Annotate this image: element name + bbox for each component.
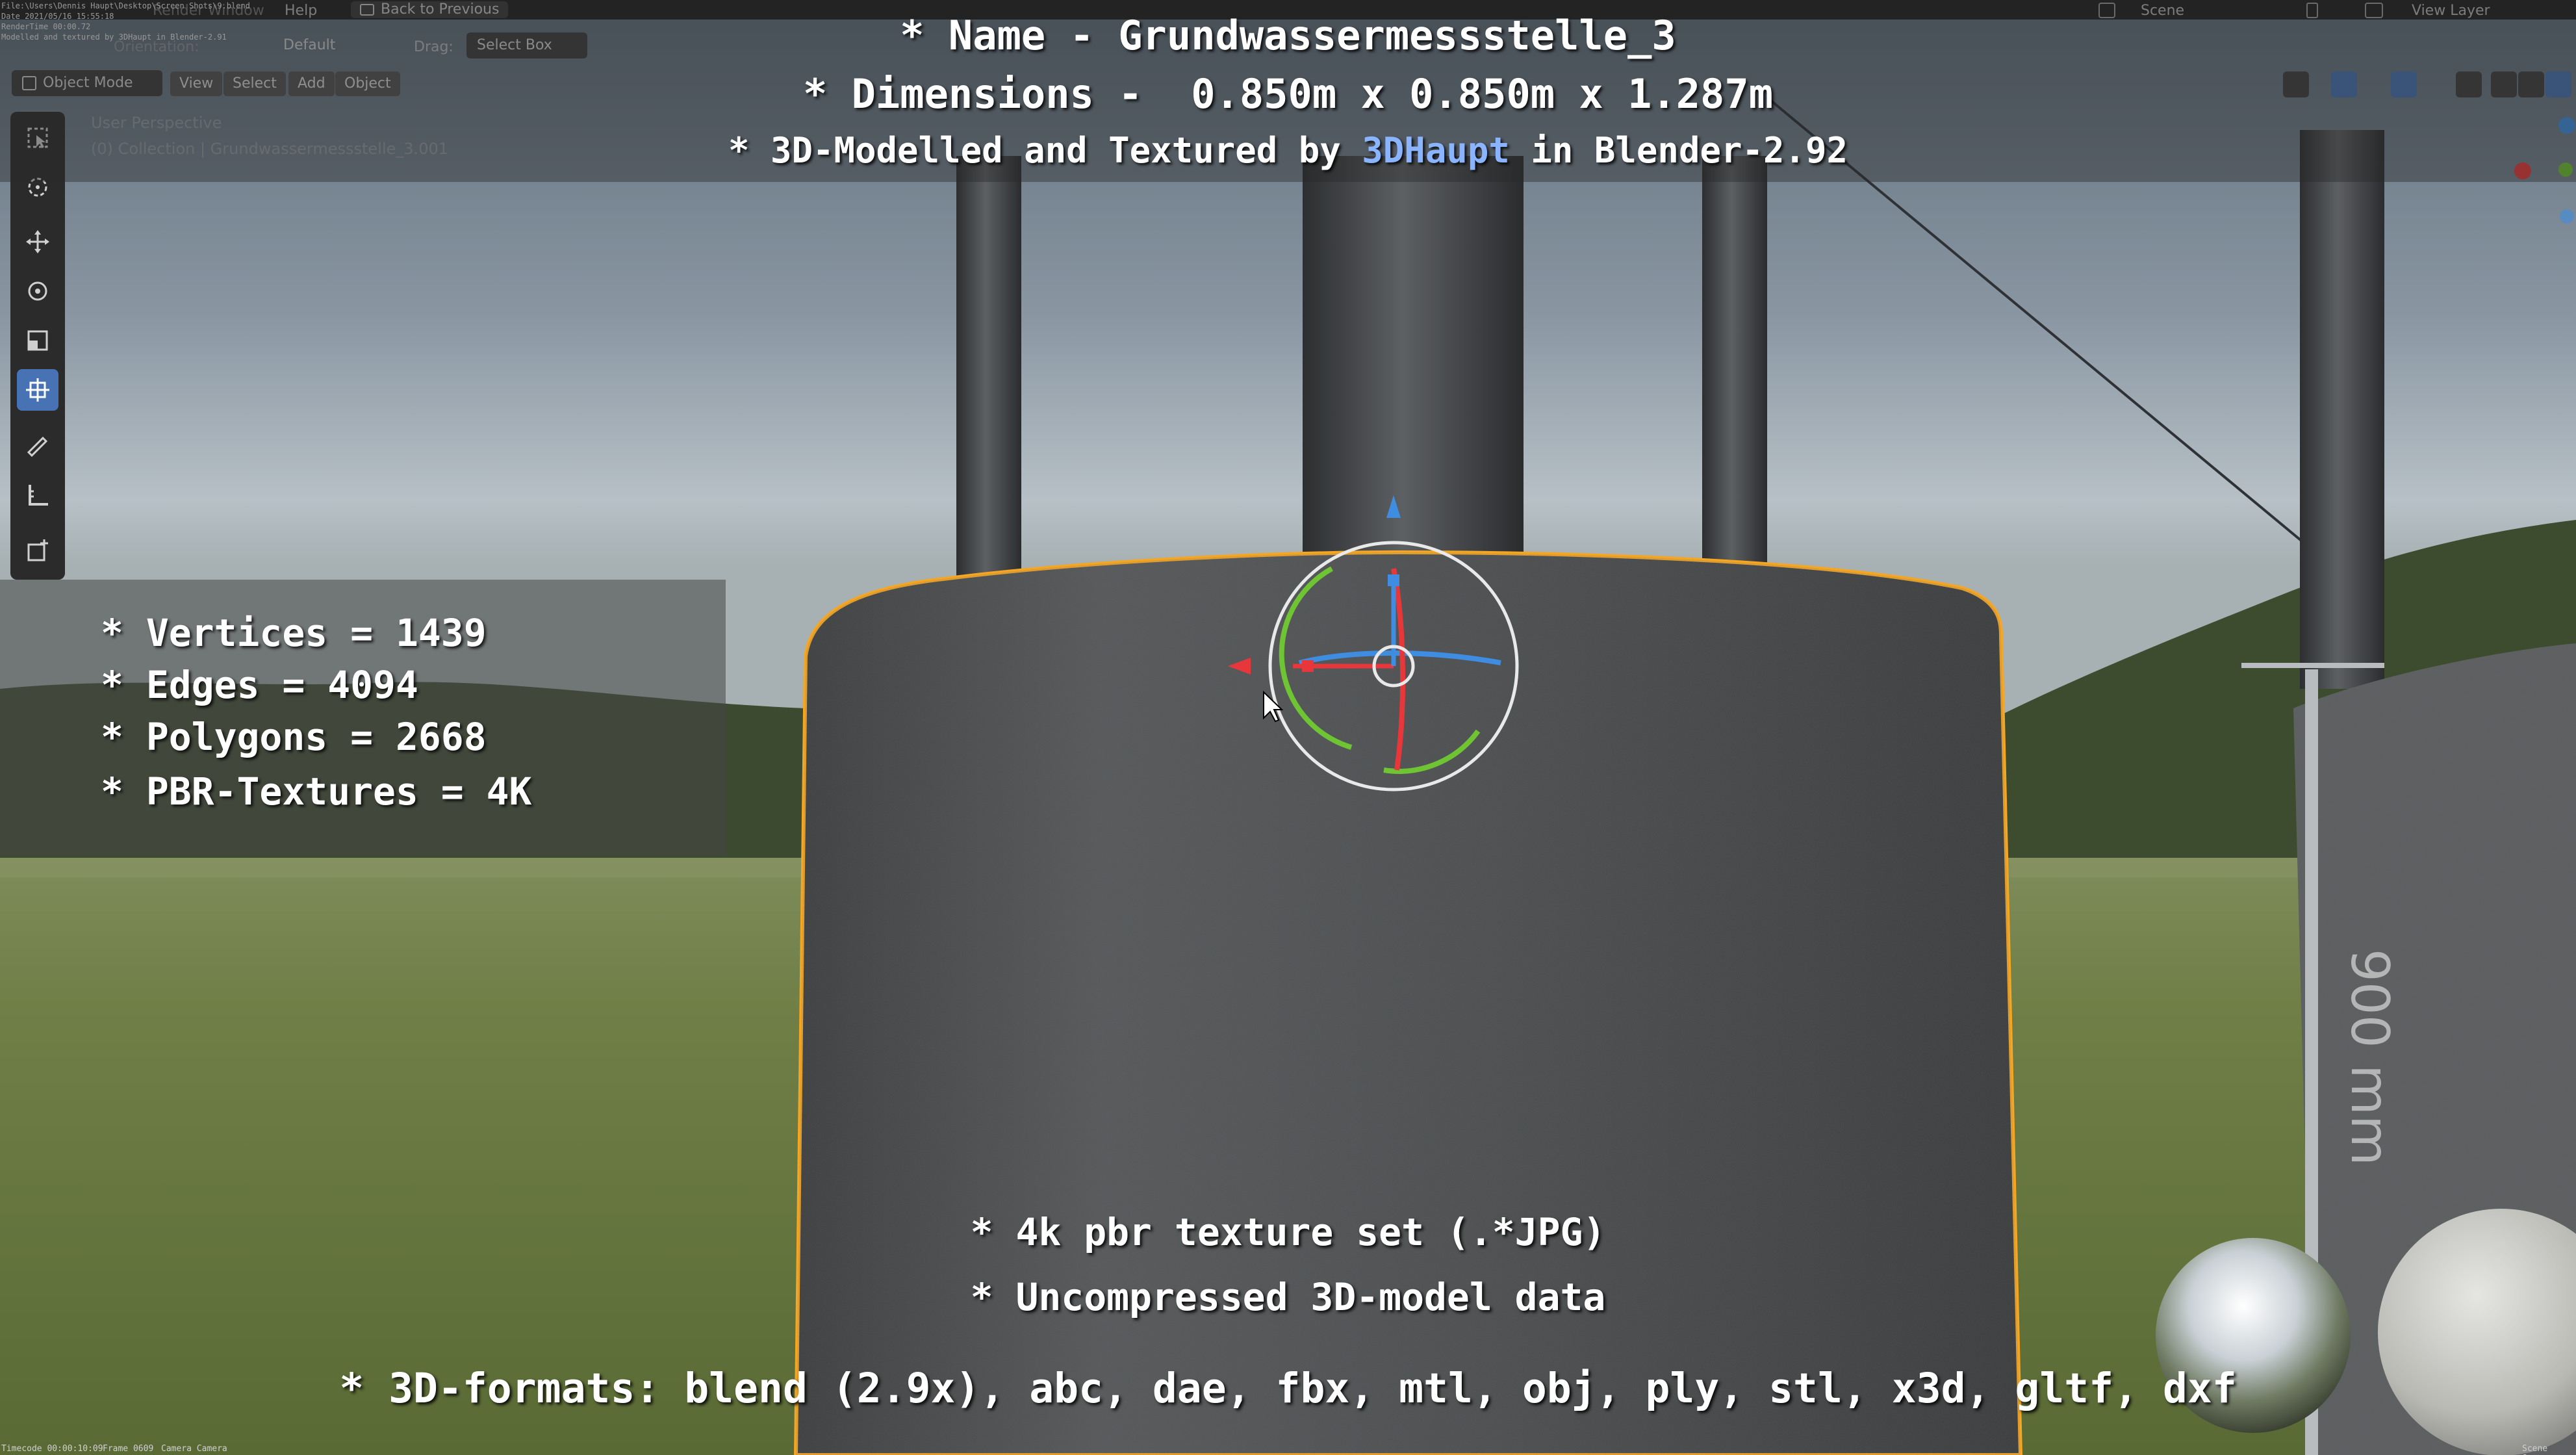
stats-panel: * Vertices = 1439 * Edges = 4094 * Polyg… [0,580,726,856]
move-icon[interactable] [17,221,58,263]
credit-suffix: in Blender-2.92 [1509,130,1848,171]
stat-edges: * Edges = 4094 [101,663,418,707]
title-overlay: * Name - Grundwassermessstelle_3 * Dimen… [0,0,2576,182]
measure-icon[interactable] [17,474,58,516]
status-frame: Frame 0609 [103,1444,154,1454]
status-timecode: Timecode 00:00:10:09 [1,1444,103,1454]
annotate-icon[interactable] [17,425,58,467]
status-camera: Camera Camera [161,1444,227,1454]
model-dimensions: * Dimensions - 0.850m x 0.850m x 1.287m [802,70,1774,118]
transform-icon[interactable] [17,369,58,411]
stat-polygons: * Polygons = 2668 [101,715,487,759]
status-scene: Scene Scene [2522,1444,2548,1455]
stat-textures: * PBR-Textures = 4K [101,769,532,814]
scale-icon[interactable] [17,320,58,361]
formats-note: * 3D-formats: blend (2.9x), abc, dae, fb… [339,1365,2237,1412]
credit-prefix: * 3D-Modelled and Textured by [728,130,1362,171]
stat-vertices: * Vertices = 1439 [101,611,487,655]
model-name: * Name - Grundwassermessstelle_3 [900,12,1676,59]
rotate-icon[interactable] [17,270,58,312]
model-credit: * 3D-Modelled and Textured by 3DHaupt in… [0,130,2576,171]
uncompressed-note: * Uncompressed 3D-model data [970,1275,1606,1319]
add-cube-icon[interactable] [17,530,58,572]
credit-author: 3DHaupt [1362,130,1510,171]
3d-viewport[interactable]: 900 mm Render Window Help Back to Previo… [0,0,2576,1455]
toolbar [10,112,65,580]
ruler-label: 900 mm [2340,949,2400,1166]
texture-set-note: * 4k pbr texture set (.*JPG) [970,1210,1606,1254]
